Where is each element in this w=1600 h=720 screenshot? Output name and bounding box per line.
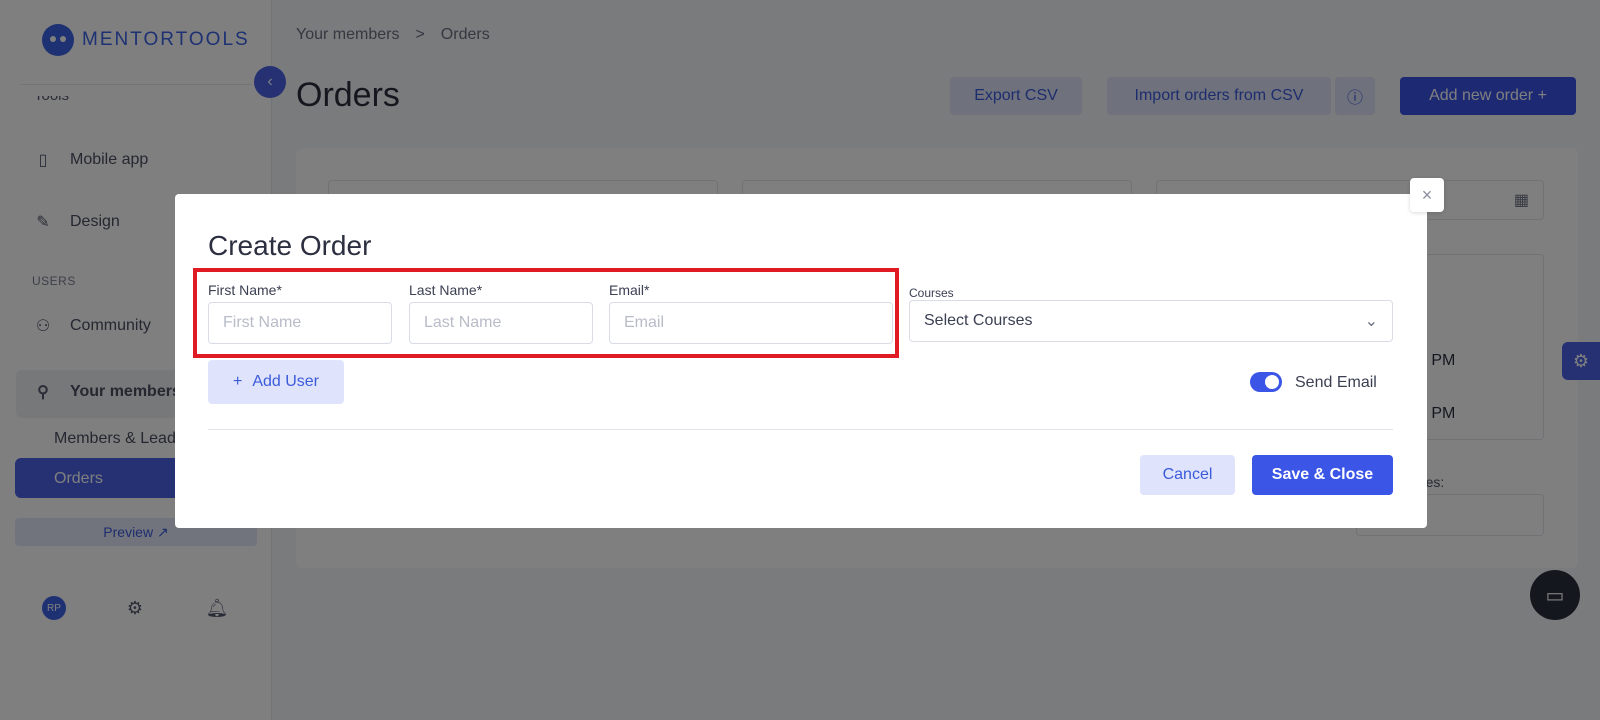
create-order-modal: Create Order First Name* Last Name* Emai… (175, 194, 1427, 528)
modal-title: Create Order (208, 230, 372, 261)
cancel-button[interactable]: Cancel (1140, 455, 1235, 495)
last-name-label: Last Name* (409, 282, 483, 298)
first-name-label: First Name* (208, 282, 282, 298)
first-name-field[interactable] (208, 302, 392, 344)
email-field[interactable] (609, 302, 893, 344)
chevron-down-icon: ⌄ (1364, 313, 1378, 330)
modal-divider (208, 429, 1393, 430)
add-user-button[interactable]: + Add User (208, 360, 344, 404)
courses-label: Courses (909, 286, 954, 300)
close-icon[interactable]: × (1410, 178, 1444, 212)
courses-select[interactable]: Select Courses ⌄ (909, 300, 1393, 342)
courses-select-value: Select Courses (924, 312, 1033, 329)
save-close-button[interactable]: Save & Close (1252, 455, 1393, 495)
email-label: Email* (609, 282, 650, 298)
plus-icon: + (232, 373, 243, 390)
send-email-toggle[interactable] (1250, 372, 1282, 392)
last-name-field[interactable] (409, 302, 593, 344)
send-email-label: Send Email (1295, 374, 1377, 391)
